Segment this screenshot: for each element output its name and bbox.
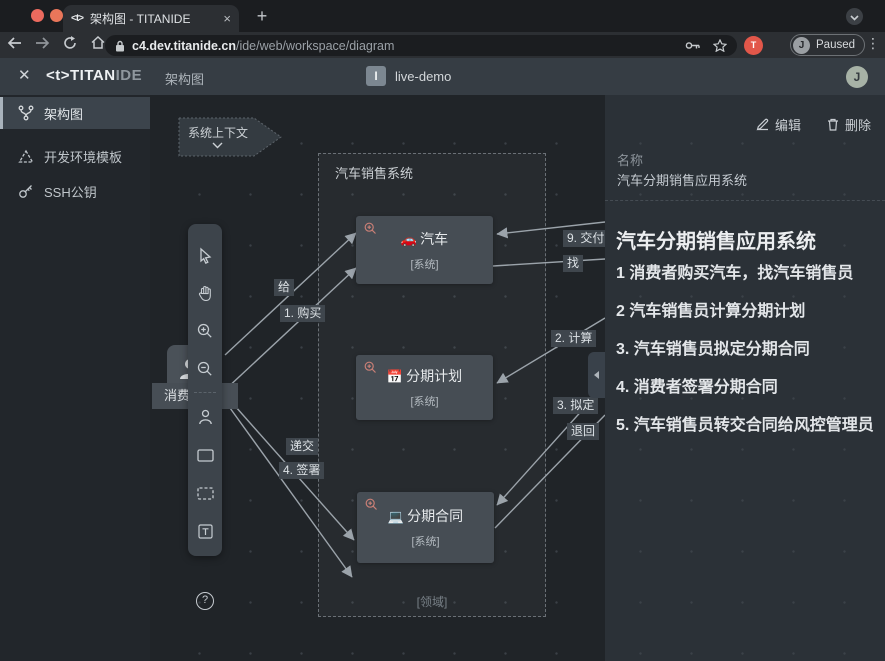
workspace-selector[interactable]: live-demo bbox=[395, 69, 451, 84]
zoom-in-tool[interactable] bbox=[188, 312, 222, 350]
sidebar-item-label: 开发环境模板 bbox=[44, 147, 122, 166]
select-cursor-tool[interactable] bbox=[188, 236, 222, 274]
zoom-in-node-icon[interactable] bbox=[364, 222, 377, 235]
sidebar-item-dev-template[interactable]: 开发环境模板 bbox=[0, 140, 150, 172]
pencil-icon bbox=[756, 118, 769, 131]
key-icon bbox=[18, 183, 34, 199]
sidebar-item-label: 架构图 bbox=[44, 104, 83, 123]
app-sidebar: 架构图 开发环境模板 SSH公钥 bbox=[0, 95, 150, 661]
diagram-canvas[interactable]: 系统上下文 汽车销售系统 [领域] 🚗汽车 [系统] 📅分期计划 [系统] bbox=[150, 95, 605, 661]
reload-icon[interactable] bbox=[56, 36, 84, 55]
step-item: 2 汽车销售员计算分期计划 bbox=[616, 301, 878, 323]
sidebar-item-label: SSH公钥 bbox=[44, 182, 97, 201]
collapse-arrow-icon bbox=[594, 371, 599, 379]
rectangle-tool[interactable] bbox=[188, 436, 222, 474]
browser-tab-strip: <t> 架构图 - TITANIDE × + bbox=[0, 0, 885, 32]
new-tab-button[interactable]: + bbox=[249, 4, 275, 30]
traffic-minimize-button[interactable] bbox=[50, 9, 63, 22]
tab-close-icon[interactable]: × bbox=[223, 11, 231, 26]
palette-divider bbox=[194, 392, 216, 393]
panel-divider bbox=[605, 200, 885, 201]
browser-avatar: J bbox=[793, 37, 810, 54]
step-item: 3. 汽车销售员拟定分期合同 bbox=[616, 339, 878, 361]
edge-label: 9. 交付 bbox=[563, 230, 605, 247]
url-domain: c4.dev.titanide.cn bbox=[132, 39, 236, 53]
laptop-icon: 💻 bbox=[388, 509, 404, 524]
help-button[interactable]: ? bbox=[196, 592, 214, 610]
sidebar-item-diagram[interactable]: 架构图 bbox=[0, 97, 150, 129]
profile-status: Paused bbox=[816, 39, 855, 51]
zoom-in-node-icon[interactable] bbox=[365, 498, 378, 511]
pan-hand-tool[interactable] bbox=[188, 274, 222, 312]
diagram-branch-icon bbox=[18, 105, 34, 121]
app-logo[interactable]: <t>TITANIDE bbox=[46, 67, 142, 84]
app-close-icon[interactable]: ✕ bbox=[18, 66, 31, 84]
edge-label: 找 bbox=[563, 255, 583, 272]
tab-favicon-icon: <t> bbox=[71, 13, 83, 24]
edge-label: 2. 计算 bbox=[551, 330, 596, 347]
browser-tab[interactable]: <t> 架构图 - TITANIDE × bbox=[63, 5, 239, 32]
trash-icon bbox=[827, 118, 839, 131]
tab-title: 架构图 - TITANIDE bbox=[90, 10, 219, 27]
browser-toolbar: c4.dev.titanide.cn/ide/web/workspace/dia… bbox=[0, 32, 885, 58]
browser-window: <t> 架构图 - TITANIDE × + c4.dev.titanide.c… bbox=[0, 0, 885, 661]
node-subtitle: [系统] bbox=[410, 256, 438, 272]
node-installment-contract[interactable]: 💻分期合同 [系统] bbox=[357, 492, 494, 563]
sidebar-item-ssh-key[interactable]: SSH公钥 bbox=[0, 175, 150, 207]
dashed-rectangle-tool[interactable] bbox=[188, 474, 222, 512]
zoom-out-tool[interactable] bbox=[188, 350, 222, 388]
app-header: ✕ <t>TITANIDE 架构图 I live-demo bbox=[0, 58, 885, 95]
node-subtitle: [系统] bbox=[410, 393, 438, 409]
tab-search-button[interactable] bbox=[846, 8, 863, 25]
text-tool[interactable] bbox=[188, 512, 222, 550]
node-title: 分期合同 bbox=[407, 508, 463, 524]
user-avatar[interactable]: J bbox=[846, 66, 868, 88]
edge-label: 4. 签署 bbox=[279, 462, 324, 479]
url-bar[interactable]: c4.dev.titanide.cn/ide/web/workspace/dia… bbox=[105, 35, 737, 56]
node-car-system[interactable]: 🚗汽车 [系统] bbox=[356, 216, 493, 284]
calendar-icon: 📅 bbox=[387, 369, 403, 384]
person-tool[interactable] bbox=[188, 398, 222, 436]
extension-badge-icon[interactable]: T bbox=[744, 36, 763, 55]
workspace-badge: I bbox=[366, 66, 386, 86]
traffic-close-button[interactable] bbox=[31, 9, 44, 22]
password-key-icon[interactable] bbox=[685, 41, 701, 50]
step-item: 1 消费者购买汽车，找汽车销售员 bbox=[616, 263, 878, 285]
url-path: /ide/web/workspace/diagram bbox=[236, 39, 394, 53]
browser-menu-icon[interactable]: ⋮ bbox=[866, 35, 880, 52]
zoom-in-node-icon[interactable] bbox=[364, 361, 377, 374]
car-icon: 🚗 bbox=[401, 232, 417, 247]
tool-palette bbox=[188, 224, 222, 556]
lock-icon bbox=[115, 40, 125, 52]
description-steps: 1 消费者购买汽车，找汽车销售员 2 汽车销售员计算分期计划 3. 汽车销售员拟… bbox=[616, 263, 878, 453]
panel-collapse-handle[interactable] bbox=[588, 352, 605, 398]
node-title: 分期计划 bbox=[406, 368, 462, 384]
edge-label: 给 bbox=[274, 279, 294, 296]
forward-icon[interactable] bbox=[28, 36, 56, 54]
properties-panel: 编辑 删除 名称 汽车分期销售应用系统 汽车分期销售应用系统 1 消费者购买汽车… bbox=[605, 95, 885, 661]
edge-label: 1. 购买 bbox=[280, 305, 325, 322]
bookmark-star-icon[interactable] bbox=[713, 39, 727, 52]
edge-label: 3. 拟定 bbox=[553, 397, 598, 414]
node-subtitle: [系统] bbox=[411, 533, 439, 549]
edit-button[interactable]: 编辑 bbox=[756, 115, 801, 134]
edge-label: 退回 bbox=[567, 423, 599, 440]
step-item: 4. 消费者签署分期合同 bbox=[616, 377, 878, 399]
delete-button[interactable]: 删除 bbox=[827, 115, 871, 134]
name-field-value: 汽车分期销售应用系统 bbox=[617, 170, 747, 189]
step-item: 5. 汽车销售员转交合同给风控管理员 bbox=[616, 415, 878, 437]
node-installment-plan[interactable]: 📅分期计划 [系统] bbox=[356, 355, 493, 420]
node-title: 汽车 bbox=[420, 231, 448, 247]
template-icon bbox=[18, 149, 34, 164]
header-page-title: 架构图 bbox=[165, 69, 204, 88]
edge-label: 递交 bbox=[286, 438, 318, 455]
browser-profile-pill[interactable]: J Paused bbox=[790, 34, 865, 56]
back-icon[interactable] bbox=[0, 36, 28, 54]
name-field-label: 名称 bbox=[617, 150, 643, 169]
description-heading: 汽车分期销售应用系统 bbox=[616, 225, 874, 254]
